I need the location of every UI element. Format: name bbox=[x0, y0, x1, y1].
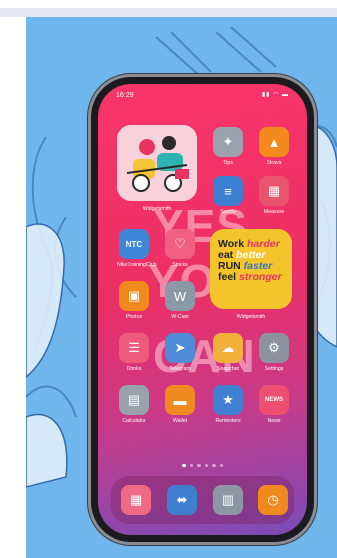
fitness-icon[interactable]: ⬌ bbox=[167, 485, 197, 515]
page-indicator[interactable] bbox=[98, 454, 307, 472]
status-time: 16:29 bbox=[116, 92, 134, 99]
quote-widget-label: Widgetsmith bbox=[236, 314, 266, 320]
photo-widget[interactable] bbox=[117, 125, 197, 201]
app-wallet[interactable]: ▬ Wallet bbox=[163, 385, 197, 424]
settings-icon: ⚙ bbox=[259, 333, 289, 363]
home-screen: YES YOU CAN 16:29 ▮▮ ◠ ▬ Widgetsmith ✦ T… bbox=[98, 84, 307, 535]
quote-text: Work harder eat better RUN faster feel s… bbox=[218, 239, 288, 283]
app-label: Stocks bbox=[172, 262, 188, 268]
app-label: Reminders bbox=[215, 418, 241, 424]
telegram-icon: ➤ bbox=[165, 333, 195, 363]
status-bar: 16:29 ▮▮ ◠ ▬ bbox=[98, 84, 307, 102]
ntc-icon: NTC bbox=[119, 229, 149, 259]
dock: ▦ ⬌ ▥ ◷ bbox=[111, 476, 294, 524]
drinks-icon: ☰ bbox=[119, 333, 149, 363]
timer-icon[interactable]: ◷ bbox=[258, 485, 288, 515]
app-calculator[interactable]: ▤ Calculator bbox=[117, 385, 151, 424]
strava-icon: ▲ bbox=[259, 127, 289, 157]
page-dot bbox=[182, 463, 186, 467]
app-label: Photos bbox=[125, 314, 143, 320]
news-icon: NEWS bbox=[259, 385, 289, 415]
photo-widget-label: Widgetsmith bbox=[142, 206, 172, 212]
quote-widget[interactable]: Work harder eat better RUN faster feel s… bbox=[210, 229, 292, 309]
app-w-cian[interactable]: W W-Cian bbox=[163, 281, 197, 320]
photos-icon: ▣ bbox=[119, 281, 149, 311]
app-niketrainingclub[interactable]: NTC NikeTrainingClub bbox=[117, 229, 157, 268]
app-label: Settings bbox=[264, 366, 284, 372]
app-label: Wallet bbox=[172, 418, 188, 424]
calendar-icon[interactable]: ▦ bbox=[121, 485, 151, 515]
app-label: Drinks bbox=[126, 366, 142, 372]
app-label: W-Cian bbox=[171, 314, 189, 320]
app-tips[interactable]: ✦ Tips bbox=[211, 127, 245, 166]
app-strava[interactable]: ▲ Strava bbox=[257, 127, 291, 166]
page-dot bbox=[219, 463, 223, 467]
phone-frame: YES YOU CAN 16:29 ▮▮ ◠ ▬ Widgetsmith ✦ T… bbox=[91, 77, 314, 542]
illustration-image bbox=[117, 125, 197, 201]
app-label: Snapchat bbox=[217, 366, 239, 372]
app-snapchat[interactable]: ☁ Snapchat bbox=[211, 333, 245, 372]
snapchat-icon: ☁ bbox=[213, 333, 243, 363]
quote-word: stronger bbox=[239, 271, 282, 283]
reminders-icon: ★ bbox=[213, 385, 243, 415]
app-measure[interactable]: ▦ Measure bbox=[257, 176, 291, 215]
stocks-icon: ♡ bbox=[165, 229, 195, 259]
app-label: Telegram bbox=[169, 366, 191, 372]
measure-icon: ▦ bbox=[259, 176, 289, 206]
app-telegram[interactable]: ➤ Telegram bbox=[163, 333, 197, 372]
app-label: Spotify bbox=[220, 209, 236, 215]
app-label: News bbox=[267, 418, 281, 424]
basket-icon[interactable]: ▥ bbox=[213, 485, 243, 515]
tips-icon: ✦ bbox=[213, 127, 243, 157]
app-label: NikeTrainingClub bbox=[117, 262, 157, 268]
page-dot bbox=[189, 463, 193, 467]
page-dot bbox=[197, 463, 201, 467]
calculator-icon: ▤ bbox=[119, 385, 149, 415]
app-drinks[interactable]: ☰ Drinks bbox=[117, 333, 151, 372]
app-spotify[interactable]: ≡ Spotify bbox=[211, 176, 245, 215]
page-dot bbox=[212, 463, 216, 467]
app-reminders[interactable]: ★ Reminders bbox=[211, 385, 245, 424]
page-dot bbox=[204, 463, 208, 467]
app-label: Measure bbox=[263, 209, 285, 215]
app-news[interactable]: NEWS News bbox=[257, 385, 291, 424]
app-label: Calculator bbox=[122, 418, 146, 424]
app-stocks[interactable]: ♡ Stocks bbox=[163, 229, 197, 268]
wallet-icon: ▬ bbox=[165, 385, 195, 415]
top-bar bbox=[0, 8, 337, 17]
background-scene: YES YOU CAN 16:29 ▮▮ ◠ ▬ Widgetsmith ✦ T… bbox=[26, 17, 337, 558]
app-label: Tips bbox=[223, 160, 233, 166]
app-label: Strava bbox=[266, 160, 282, 166]
spotify-icon: ≡ bbox=[213, 176, 243, 206]
app-photos[interactable]: ▣ Photos bbox=[117, 281, 151, 320]
app-settings[interactable]: ⚙ Settings bbox=[257, 333, 291, 372]
wcian-icon: W bbox=[165, 281, 195, 311]
quote-word: feel bbox=[218, 271, 237, 283]
status-icons: ▮▮ ◠ ▬ bbox=[261, 92, 289, 98]
